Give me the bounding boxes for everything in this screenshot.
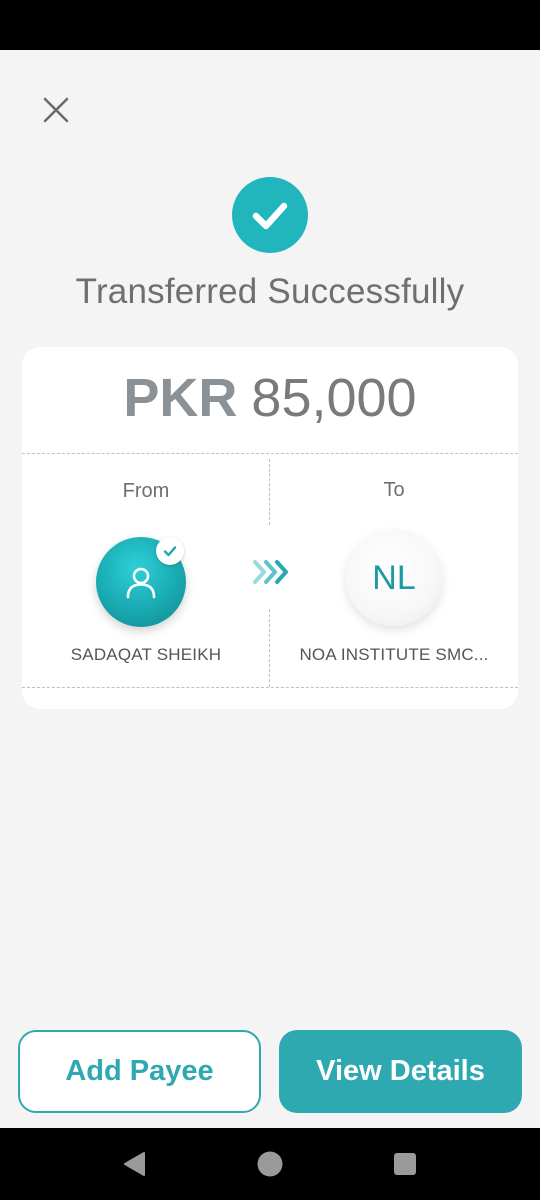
- status-bar: [0, 0, 540, 50]
- user-icon: [126, 567, 156, 599]
- to-name: NOA INSTITUTE SMC...: [299, 645, 489, 664]
- verified-badge: [156, 537, 184, 565]
- close-icon: [43, 97, 69, 123]
- nav-recents-button[interactable]: [391, 1150, 419, 1178]
- to-avatar: NL: [346, 530, 442, 626]
- amount-currency: PKR: [123, 368, 238, 428]
- from-name: SADAQAT SHEIKH: [70, 645, 222, 664]
- page-title: Transferred Successfully: [75, 272, 465, 311]
- close-button[interactable]: [36, 90, 76, 130]
- triple-chevron-right-icon: [251, 557, 291, 587]
- square-recents-icon: [394, 1153, 416, 1175]
- amount-value: 85,000: [251, 368, 417, 428]
- check-circle-icon: [232, 177, 308, 253]
- to-label: To: [383, 479, 405, 501]
- divider-bottom: [22, 687, 518, 688]
- nav-home-button[interactable]: [256, 1150, 284, 1178]
- system-navigation-bar: [0, 1128, 540, 1200]
- nav-back-button[interactable]: [121, 1150, 149, 1178]
- divider-top: [22, 453, 518, 454]
- view-details-button[interactable]: View Details: [279, 1030, 522, 1113]
- triangle-back-icon: [124, 1152, 145, 1176]
- check-icon: [163, 546, 177, 557]
- add-payee-button[interactable]: Add Payee: [18, 1030, 261, 1113]
- transfer-summary-card: PKR 85,000 From To NL SADAQAT SHEIKH NOA…: [22, 347, 518, 709]
- circle-home-icon: [257, 1151, 283, 1177]
- amount: PKR 85,000: [22, 367, 518, 429]
- transfer-success-screen: Transferred Successfully PKR 85,000 From …: [0, 50, 540, 1128]
- from-label: From: [122, 480, 170, 502]
